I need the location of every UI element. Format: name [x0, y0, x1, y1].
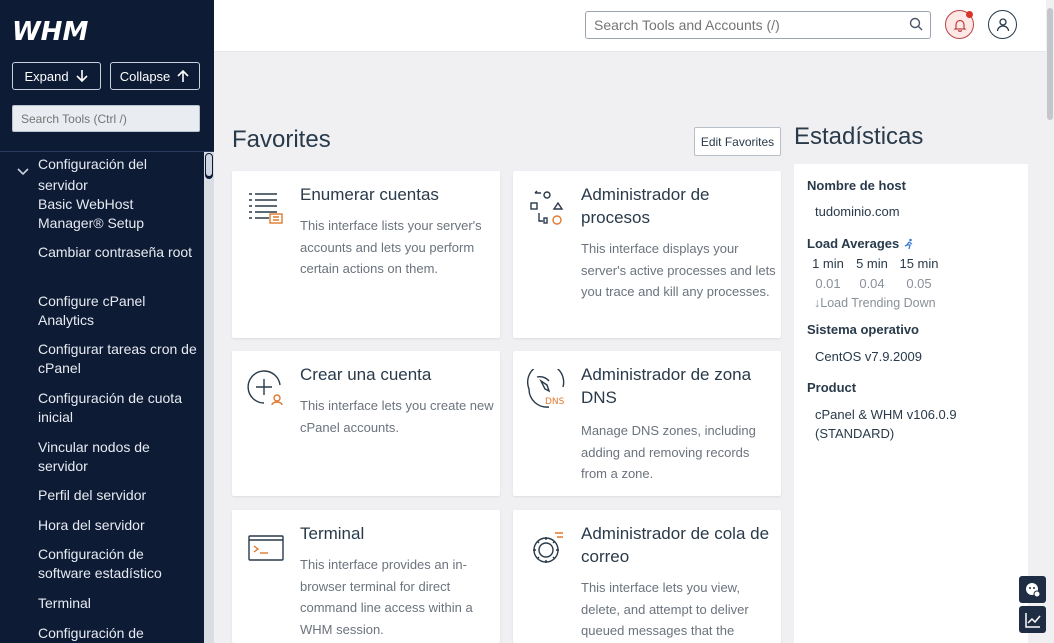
load-averages-label: Load Averages [807, 236, 915, 251]
sidebar-item-config[interactable]: Configuración de [38, 624, 198, 643]
stats-title: Estadísticas [794, 123, 924, 150]
sidebar: WHM Expand Collapse Configuración del se… [0, 0, 214, 643]
card-title: Administrador de zona DNS [581, 365, 752, 407]
chevron-down-icon [17, 168, 29, 176]
collapse-button[interactable]: Collapse [110, 62, 200, 90]
svg-text:DNS: DNS [545, 397, 565, 407]
favorites-title: Favorites [232, 126, 331, 153]
stats-panel: Nombre de host tudominio.com Load Averag… [794, 164, 1028, 643]
load-value-5min: 0.04 [859, 276, 885, 291]
load-value-1min: 0.01 [815, 276, 841, 291]
sidebar-item-change-root-password[interactable]: Cambiar contraseña root [38, 243, 198, 262]
os-label: Sistema operativo [807, 322, 919, 337]
os-value: CentOS v7.9.2009 [815, 349, 922, 364]
list-accounts-icon [249, 193, 283, 224]
sidebar-divider [0, 151, 214, 152]
dns-zone-icon: DNS [527, 369, 565, 408]
collapse-label: Collapse [119, 68, 171, 84]
card-list-accounts[interactable]: Enumerar cuentas This interface lists yo… [232, 171, 500, 338]
analytics-button[interactable] [1019, 606, 1046, 633]
edit-favorites-button[interactable]: Edit Favorites [694, 127, 781, 156]
card-terminal[interactable]: Terminal This interface provides an in-b… [232, 510, 500, 643]
user-icon [996, 17, 1009, 31]
expand-label: Expand [24, 68, 69, 84]
card-description: This interface lets you view, delete, an… [581, 580, 749, 638]
load-trend: ↓Load Trending Down [814, 296, 936, 310]
sidebar-scrollbar-track[interactable] [204, 152, 214, 643]
card-description: Manage DNS zones, including adding and r… [581, 423, 756, 481]
load-col-5min: 5 min [856, 256, 888, 271]
page-scrollbar-thumb[interactable] [1047, 8, 1053, 120]
sidebar-section-label: Configuración del servidor [38, 156, 147, 193]
search-input[interactable] [585, 11, 931, 39]
card-description: This interface displays your server's ac… [581, 241, 776, 299]
card-dns-zone-manager[interactable]: DNS Administrador de zona DNS Manage DNS… [513, 351, 781, 496]
sidebar-item-link-server-nodes[interactable]: Vincular nodos de servidor [38, 438, 198, 476]
runner-icon [904, 238, 913, 249]
chat-assistant-button[interactable] [1019, 576, 1046, 603]
create-account-icon [247, 370, 283, 406]
card-title: Administrador de procesos [581, 185, 710, 227]
card-process-manager[interactable]: Administrador de procesos This interface… [513, 171, 781, 338]
card-mail-queue-manager[interactable]: Administrador de cola de correo This int… [513, 510, 781, 643]
load-col-15min: 15 min [899, 256, 939, 271]
load-col-1min: 1 min [812, 256, 844, 271]
card-title: Crear una cuenta [300, 365, 432, 384]
sidebar-item-statistics-software[interactable]: Configuración de software estadístico [38, 545, 198, 583]
arrow-up-icon [177, 69, 189, 82]
terminal-icon [248, 535, 284, 561]
whm-logo[interactable]: WHM [12, 16, 98, 47]
expand-button[interactable]: Expand [12, 62, 101, 90]
product-value: cPanel & WHM v106.0.9 (STANDARD) [815, 407, 957, 441]
mail-queue-icon [533, 532, 563, 563]
sidebar-item-cpanel-analytics[interactable]: Configure cPanel Analytics [38, 292, 198, 330]
sidebar-item-cron-tasks[interactable]: Configurar tareas cron de cPanel [38, 340, 198, 378]
card-title: Terminal [300, 524, 365, 543]
sidebar-item-server-time[interactable]: Hora del servidor [38, 516, 198, 535]
notification-dot [966, 11, 973, 18]
card-title: Administrador de cola de correo [581, 524, 770, 566]
product-label: Product [807, 380, 857, 395]
search-icon[interactable] [909, 17, 923, 31]
svg-text:WHM: WHM [12, 17, 88, 44]
sidebar-scrollbar-thumb[interactable] [206, 154, 212, 176]
card-description: This interface lets you create new cPane… [300, 398, 494, 435]
card-description: This interface provides an in-browser te… [300, 557, 473, 637]
bell-icon [953, 19, 966, 32]
sidebar-search-input[interactable] [12, 105, 200, 132]
load-value-15min: 0.05 [906, 276, 932, 291]
card-title: Enumerar cuentas [300, 185, 439, 204]
load-averages-text: Load Averages [807, 236, 900, 251]
hostname-label: Nombre de host [807, 178, 906, 193]
chart-line-icon [1024, 612, 1041, 628]
hostname-value: tudominio.com [815, 204, 900, 219]
chat-bot-icon [1025, 582, 1040, 597]
card-description: This interface lists your server's accou… [300, 218, 482, 276]
sidebar-item-basic-setup[interactable]: Basic WebHost Manager® Setup [38, 195, 198, 233]
process-manager-icon [530, 190, 564, 225]
user-menu-button[interactable] [988, 10, 1017, 39]
top-bar [214, 0, 1054, 52]
card-create-account[interactable]: Crear una cuenta This interface lets you… [232, 351, 500, 496]
load-trend-text: Load Trending Down [820, 296, 936, 310]
sidebar-item-server-profile[interactable]: Perfil del servidor [38, 486, 198, 505]
sidebar-item-initial-quota[interactable]: Configuración de cuota inicial [38, 389, 198, 427]
sidebar-item-terminal[interactable]: Terminal [38, 594, 198, 613]
arrow-down-icon [75, 70, 88, 83]
